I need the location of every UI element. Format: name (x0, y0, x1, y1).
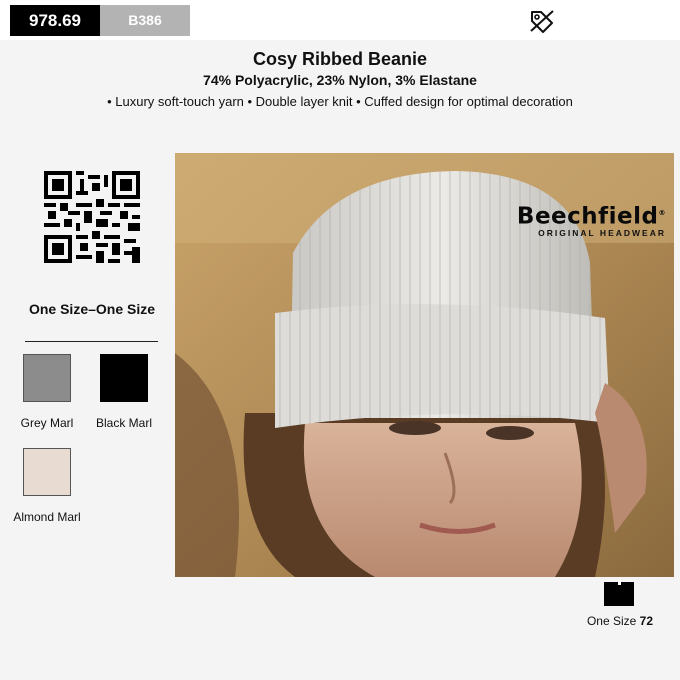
product-material: 74% Polyacrylic, 23% Nylon, 3% Elastane (203, 72, 477, 88)
colour-option-almond-marl[interactable]: Almond Marl (5, 448, 89, 525)
colour-option-black-marl[interactable]: Black Marl (82, 354, 166, 431)
product-code-badge: B386 (100, 5, 190, 36)
product-photo: Beechfield® ORIGINAL HEADWEAR (175, 153, 674, 577)
colour-swatch[interactable] (23, 448, 71, 496)
colour-option-grey-marl[interactable]: Grey Marl (5, 354, 89, 431)
product-title: Cosy Ribbed Beanie (252, 49, 428, 69)
brand-name: Beechfield® (516, 203, 666, 230)
stock-size-label: One Size (586, 614, 637, 628)
product-features: • Luxury soft-touch yarn • Double layer … (107, 94, 573, 109)
stock-info: One Size 72 (560, 614, 680, 628)
colour-label: Grey Marl (20, 416, 74, 430)
colour-label: Black Marl (95, 416, 152, 430)
top-bar: 978.69 B386 (0, 0, 680, 40)
qr-code[interactable] (44, 171, 140, 263)
colour-swatch[interactable] (100, 354, 148, 402)
size-heading: One Size–One Size (28, 301, 156, 317)
product-header: Cosy Ribbed Beanie 74% Polyacrylic, 23% … (0, 48, 680, 111)
discount-tag-icon[interactable] (529, 9, 555, 33)
divider (25, 341, 158, 342)
price-badge: 978.69 (10, 5, 100, 36)
stock-quantity: 72 (639, 614, 654, 628)
brand-logo: Beechfield® ORIGINAL HEADWEAR (517, 201, 666, 238)
colour-label: Almond Marl (13, 510, 81, 524)
box-icon (604, 579, 634, 606)
brand-tagline: ORIGINAL HEADWEAR (538, 227, 666, 238)
colour-swatch[interactable] (23, 354, 71, 402)
